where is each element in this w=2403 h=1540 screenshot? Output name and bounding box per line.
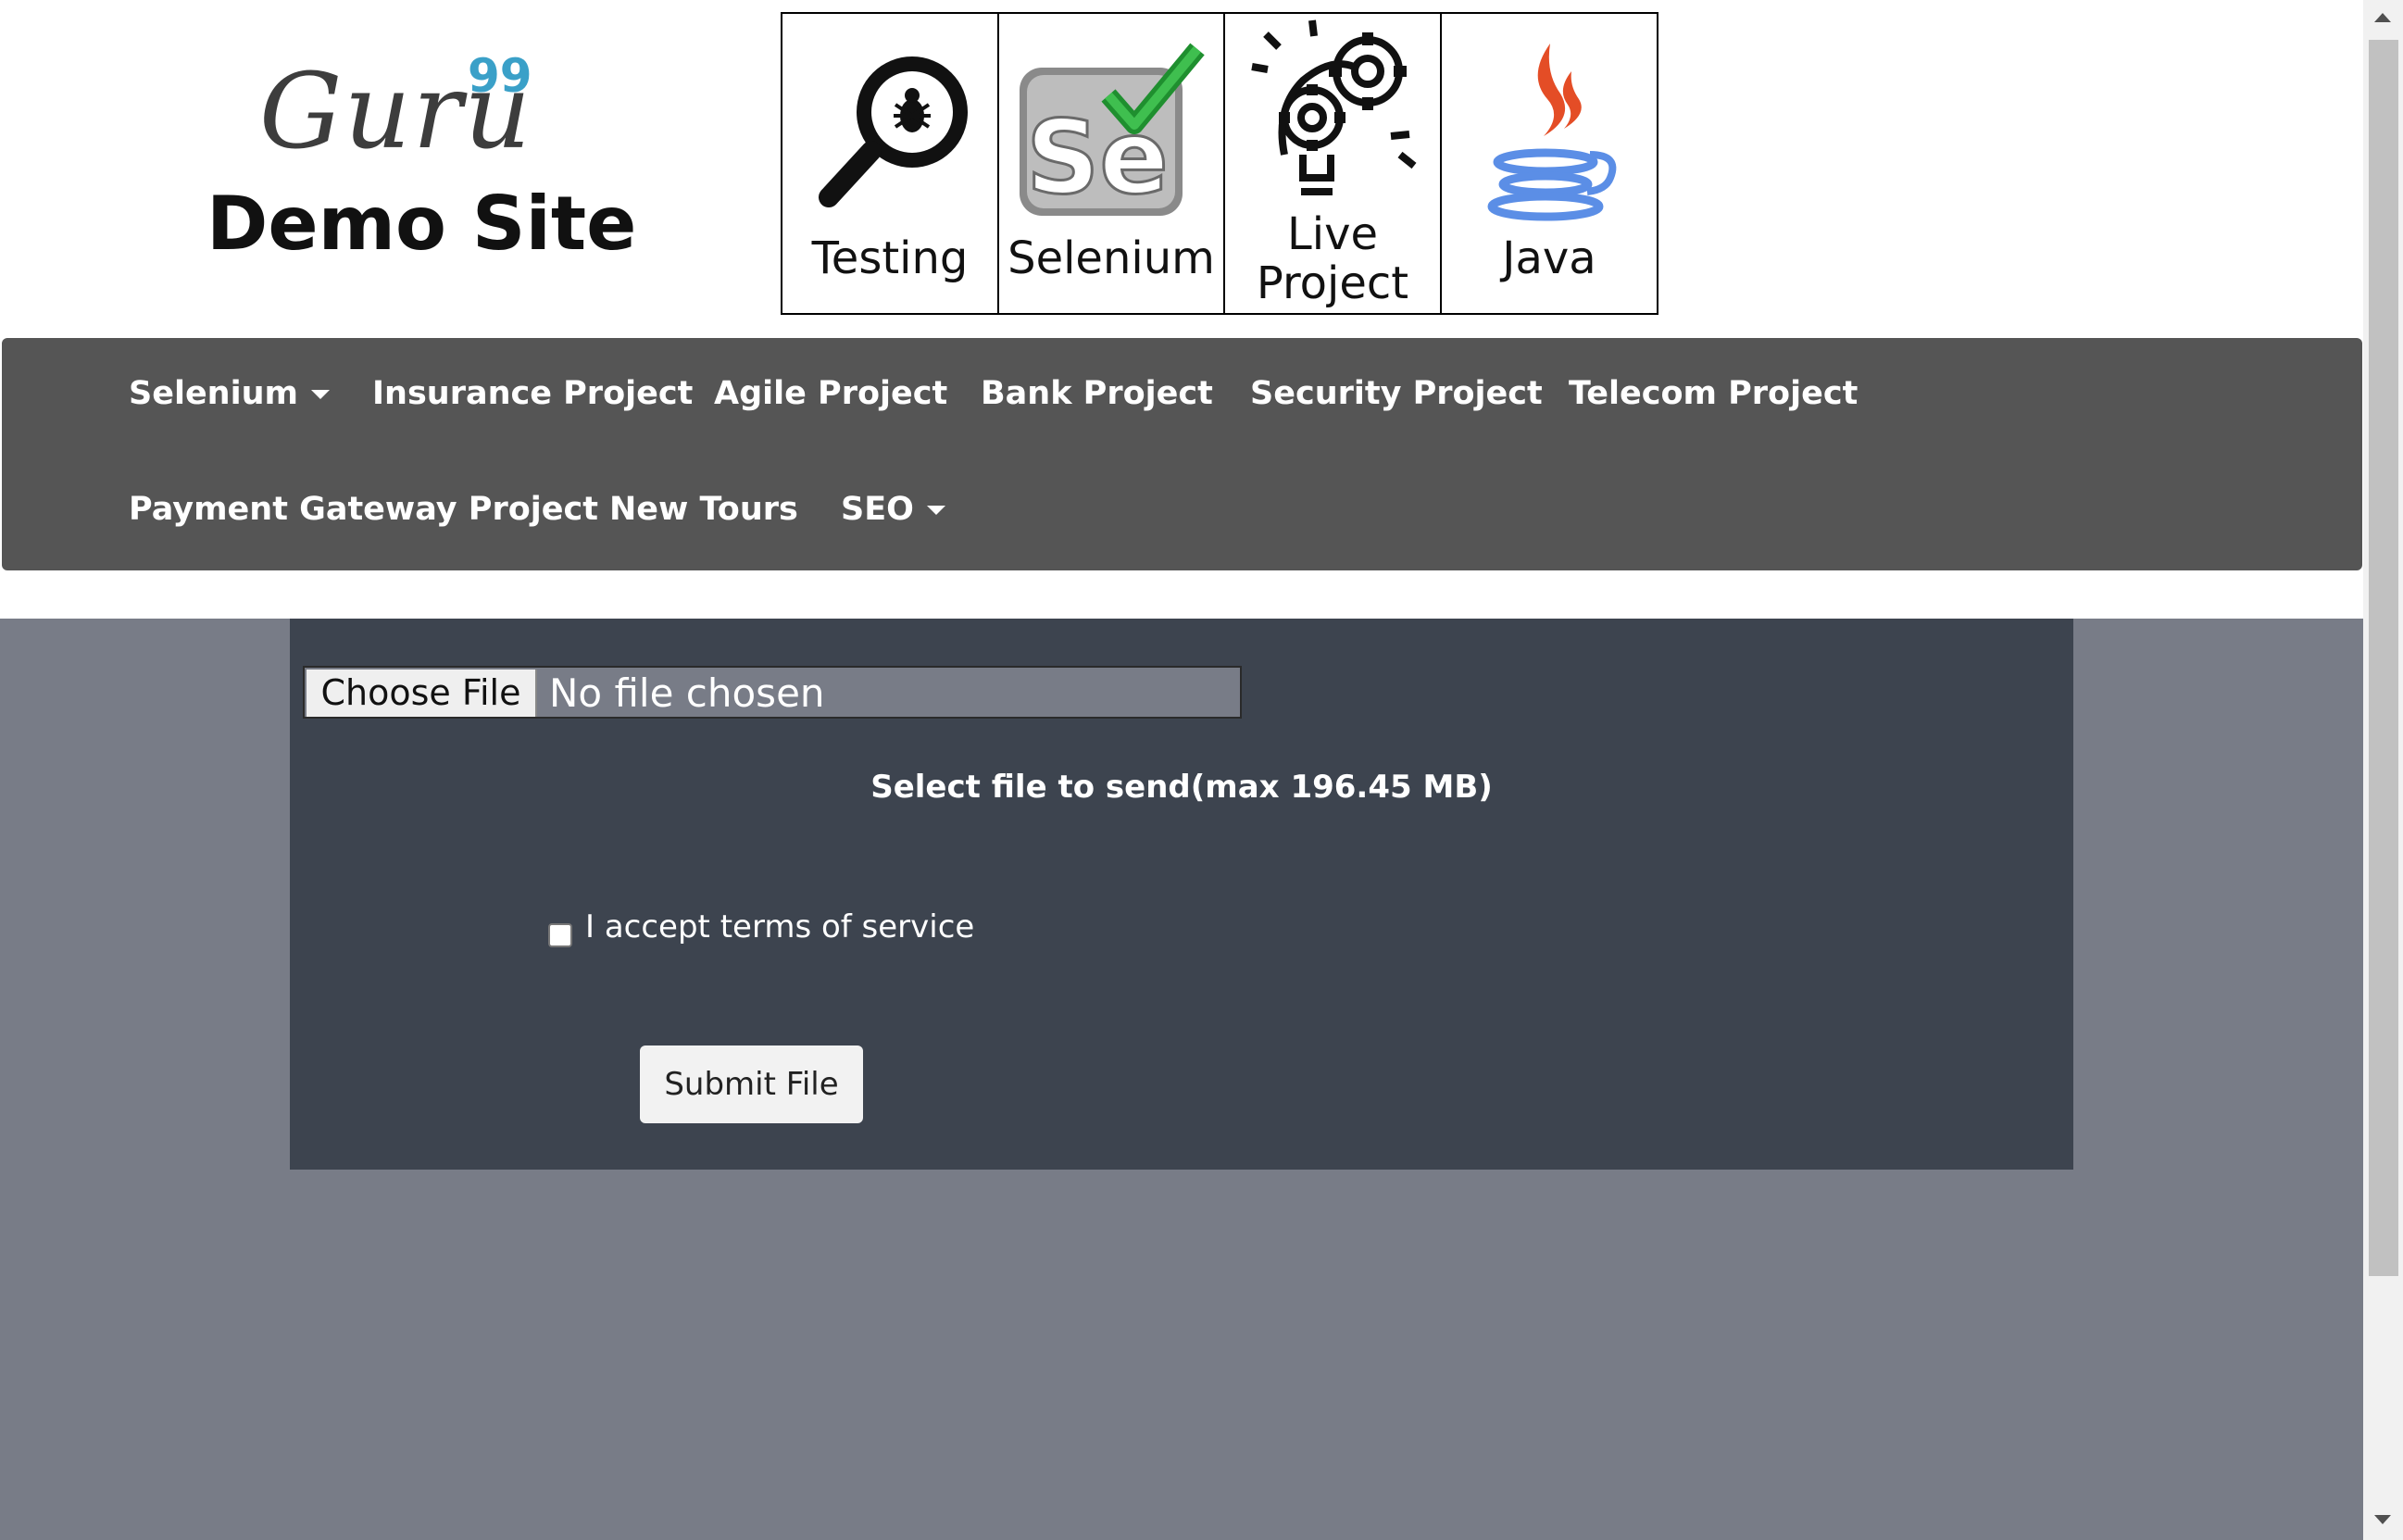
file-status: No file chosen — [549, 670, 825, 716]
terms-label[interactable]: I accept terms of service — [585, 908, 974, 945]
logo-subtitle: Demo Site — [207, 181, 637, 267]
tile-live-label-1: Live — [1286, 208, 1378, 260]
nav-new-tours[interactable]: New Tours — [609, 491, 798, 528]
terms-checkbox[interactable] — [548, 923, 572, 947]
tile-testing-label: Testing — [811, 232, 969, 284]
nav-selenium-label: Selenium — [129, 375, 298, 412]
choose-file-button[interactable]: Choose File — [307, 670, 537, 717]
tile-selenium[interactable]: Se Selenium — [999, 14, 1225, 313]
main-nav: Selenium Insurance Project Agile Project… — [2, 338, 2362, 570]
scroll-up-icon[interactable] — [2374, 13, 2391, 22]
java-logo-icon — [1487, 44, 1617, 221]
nav-seo[interactable]: SEO — [841, 491, 945, 528]
tile-java[interactable]: Java — [1442, 14, 1657, 313]
tile-live-project[interactable]: Live Project — [1225, 14, 1442, 313]
header-tiles: Testing Se Selenium Live Project Java — [781, 12, 1658, 315]
nav-agile-project[interactable]: Agile Project — [714, 375, 947, 412]
upload-hint: Select file to send(max 196.45 MB) — [870, 769, 1493, 806]
selenium-logo-icon: Se — [1020, 43, 1205, 219]
file-input[interactable]: Choose File No file chosen — [303, 666, 1242, 719]
nav-telecom-project[interactable]: Telecom Project — [1569, 375, 1858, 412]
tile-selenium-label: Selenium — [1008, 232, 1215, 284]
lightbulb-gears-icon — [1251, 19, 1417, 195]
scroll-down-icon[interactable] — [2374, 1515, 2391, 1524]
nav-payment-gateway-project[interactable]: Payment Gateway Project — [129, 491, 598, 528]
tile-java-label: Java — [1502, 232, 1596, 284]
vertical-scrollbar[interactable] — [2363, 0, 2403, 1540]
tile-testing[interactable]: Testing — [782, 14, 999, 313]
site-logo[interactable]: Guru 99 Demo Site — [199, 42, 636, 273]
logo-superscript: 99 — [468, 49, 532, 103]
nav-security-project[interactable]: Security Project — [1250, 375, 1543, 412]
nav-selenium[interactable]: Selenium — [129, 375, 330, 412]
tile-live-label-2: Project — [1256, 257, 1409, 309]
nav-bank-project[interactable]: Bank Project — [981, 375, 1213, 412]
nav-seo-label: SEO — [841, 491, 914, 528]
nav-insurance-project[interactable]: Insurance Project — [372, 375, 693, 412]
chevron-down-icon — [310, 390, 330, 399]
chevron-down-icon — [926, 506, 945, 515]
scrollbar-thumb[interactable] — [2369, 40, 2398, 1276]
submit-file-button[interactable]: Submit File — [640, 1045, 863, 1123]
magnifier-bug-icon — [819, 56, 968, 207]
